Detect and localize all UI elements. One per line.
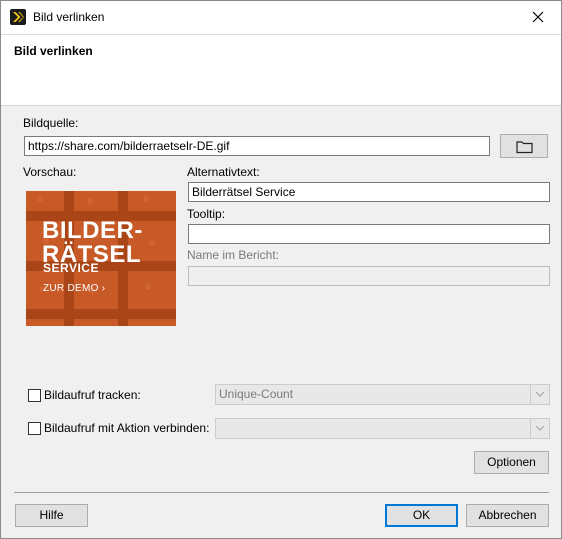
options-button[interactable]: Optionen — [474, 451, 549, 474]
track-checkbox[interactable] — [28, 389, 41, 402]
header-title: Bild verlinken — [14, 44, 93, 58]
title-bar[interactable]: Bild verlinken — [1, 1, 561, 35]
action-select-arrow[interactable] — [530, 419, 549, 438]
preview-text-line3: SERVICE — [43, 261, 99, 275]
alt-text-label: Alternativtext: — [187, 165, 260, 179]
close-icon — [532, 11, 544, 23]
action-checkbox[interactable] — [28, 422, 41, 435]
tooltip-input[interactable] — [188, 224, 550, 244]
ok-button[interactable]: OK — [385, 504, 458, 527]
cancel-button[interactable]: Abbrechen — [466, 504, 549, 527]
action-label[interactable]: Bildaufruf mit Aktion verbinden: — [44, 421, 209, 435]
alt-text-input[interactable]: Bilderrätsel Service — [188, 182, 550, 202]
source-label: Bildquelle: — [23, 116, 79, 130]
browse-button[interactable] — [500, 134, 548, 158]
footer-separator — [14, 492, 549, 493]
report-name-input[interactable] — [188, 266, 550, 286]
chevron-down-icon — [536, 426, 544, 431]
action-select[interactable] — [215, 418, 550, 439]
window-title: Bild verlinken — [33, 10, 105, 24]
track-label[interactable]: Bildaufruf tracken: — [44, 388, 141, 402]
source-url-input[interactable]: https://share.com/bilderraetselr-DE.gif — [24, 136, 490, 156]
preview-label: Vorschau: — [23, 165, 77, 179]
dialog-header: Bild verlinken — [1, 35, 561, 106]
dialog-window: Bild verlinken Bild verlinken Bildquelle… — [0, 0, 562, 539]
chevron-down-icon — [536, 392, 544, 397]
tooltip-label: Tooltip: — [187, 207, 226, 221]
track-select-value: Unique-Count — [219, 387, 294, 401]
folder-icon — [516, 141, 533, 154]
app-logo-icon — [10, 9, 26, 25]
help-button[interactable]: Hilfe — [15, 504, 88, 527]
close-button[interactable] — [515, 1, 561, 34]
report-name-label: Name im Bericht: — [187, 248, 280, 262]
track-select-arrow[interactable] — [530, 385, 549, 404]
preview-image: BILDER- RÄTSEL SERVICE ZUR DEMO › — [26, 191, 176, 326]
preview-cta-text: ZUR DEMO › — [43, 283, 106, 294]
track-select[interactable]: Unique-Count — [215, 384, 550, 405]
